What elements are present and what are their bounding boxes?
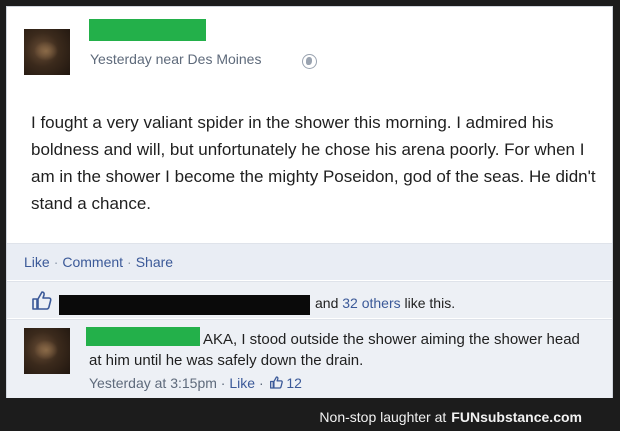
post-actions-bar: Like · Comment · Share [7, 243, 612, 280]
comment-like-link[interactable]: Like [229, 375, 255, 391]
like-link[interactable]: Like [24, 254, 50, 270]
separator: · [53, 254, 59, 270]
likes-prefix: and [315, 295, 343, 311]
likes-summary: and 32 others like this. [7, 281, 612, 318]
author-name-redaction [89, 19, 206, 41]
post-timestamp-location[interactable]: Yesterday near Des Moines [90, 51, 261, 67]
separator: · [258, 375, 264, 391]
comment-meta: Yesterday at 3:15pm · Like · 12 [89, 375, 302, 391]
comment: AKA, I stood outside the shower aiming t… [7, 319, 612, 398]
comment-text: AKA, I stood outside the shower aiming t… [89, 331, 580, 369]
likers-redaction [59, 295, 310, 315]
watermark-tagline: Non-stop laughter at [319, 409, 447, 425]
commenter-avatar[interactable] [24, 328, 70, 374]
author-avatar[interactable] [24, 29, 70, 75]
comment-timestamp[interactable]: Yesterday at 3:15pm [89, 375, 217, 391]
comment-like-count[interactable]: 12 [286, 375, 302, 391]
watermark-footer: Non-stop laughter at FUNsubstance.com [0, 403, 620, 431]
watermark-brand-sub: substance.com [480, 409, 582, 425]
post-card: Yesterday near Des Moines I fought a ver… [6, 6, 613, 398]
post-text: I fought a very valiant spider in the sh… [31, 113, 596, 213]
separator: · [220, 375, 226, 391]
likes-text: and 32 others like this. [315, 295, 455, 311]
watermark-brand-fun: FUN [451, 409, 481, 425]
watermark-text: Non-stop laughter at FUNsubstance.com [319, 409, 582, 425]
thumbs-up-icon [269, 376, 283, 389]
likes-suffix: like this. [400, 295, 456, 311]
share-link[interactable]: Share [136, 254, 173, 270]
thumbs-up-icon [32, 291, 52, 310]
others-link[interactable]: 32 others [342, 295, 400, 311]
comment-link[interactable]: Comment [62, 254, 123, 270]
globe-icon [302, 54, 317, 69]
separator: · [127, 254, 132, 270]
